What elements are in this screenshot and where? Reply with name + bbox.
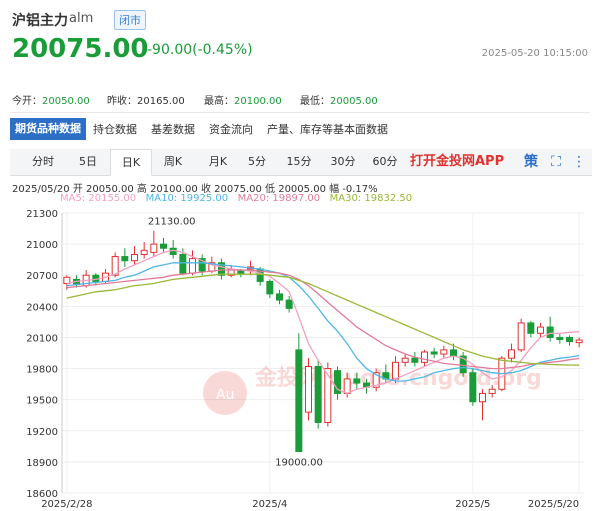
chart-grid bbox=[61, 212, 584, 494]
extreme-value-label: 19000.00 bbox=[275, 458, 323, 469]
instrument-code: alm bbox=[69, 11, 94, 26]
quote-timestamp: 2025-05-20 10:15:00 bbox=[481, 48, 588, 59]
y-tick-label: 19200 bbox=[26, 427, 58, 438]
candle-body bbox=[440, 349, 448, 355]
candle-body bbox=[295, 349, 303, 453]
candle-body bbox=[508, 349, 515, 359]
open-app-link[interactable]: 打开金投网APP bbox=[410, 149, 504, 175]
candle-body bbox=[575, 339, 583, 344]
stat-open: 今开：20050.00 bbox=[12, 96, 90, 107]
x-tick-label: 2025/2/28 bbox=[41, 499, 92, 510]
period-5min[interactable]: 5分 bbox=[242, 149, 272, 175]
candle-body bbox=[160, 243, 167, 249]
candle-body bbox=[189, 258, 196, 274]
nav-basis-data[interactable]: 基差数据 bbox=[144, 121, 202, 137]
nav-fundamentals[interactable]: 产量、库存等基本面数据 bbox=[260, 121, 395, 137]
candle-body bbox=[556, 336, 564, 341]
candle-body bbox=[121, 256, 129, 262]
candle-body bbox=[285, 299, 293, 309]
period-selector: 分时 5日 日K 周K 月K 5分 15分 30分 60分 打开金投网APP 策… bbox=[10, 149, 592, 176]
period-daily-k[interactable]: 日K bbox=[110, 149, 152, 176]
fullscreen-icon[interactable]: ⛶ bbox=[547, 149, 565, 175]
period-30min[interactable]: 30分 bbox=[326, 149, 360, 175]
candlestick-chart[interactable]: Au 金投网 quote.cngold.org 2130021000207002… bbox=[0, 203, 600, 511]
more-icon[interactable]: ⋮ bbox=[570, 149, 588, 175]
candle-body bbox=[305, 365, 312, 413]
stat-prev-close: 昨收：20165.00 bbox=[107, 96, 185, 107]
period-monthly-k[interactable]: 月K bbox=[198, 149, 238, 175]
stat-high: 最高：20100.00 bbox=[204, 96, 282, 107]
candle-body bbox=[537, 326, 544, 334]
y-tick-label: 21300 bbox=[26, 209, 58, 220]
candle-body bbox=[150, 243, 158, 253]
y-tick-label: 18900 bbox=[26, 458, 58, 469]
candle-body bbox=[479, 392, 486, 403]
nav-fund-flow[interactable]: 资金流向 bbox=[202, 121, 260, 137]
strategy-icon[interactable]: 策 bbox=[522, 149, 540, 175]
y-tick-label: 19800 bbox=[26, 365, 58, 376]
x-tick-label: 2025/4 bbox=[252, 499, 287, 510]
candle-body bbox=[353, 378, 361, 384]
candle-body bbox=[546, 326, 554, 338]
candle-body bbox=[450, 349, 457, 357]
candle-body bbox=[488, 388, 496, 394]
watermark-logo-text: Au bbox=[216, 387, 234, 403]
y-tick-label: 21000 bbox=[26, 240, 58, 251]
candle-body bbox=[411, 357, 419, 363]
y-axis: 21300 21000 20700 20400 20100 19800 19500 19200… bbox=[26, 209, 58, 500]
y-tick-label: 20700 bbox=[26, 271, 58, 282]
candles bbox=[63, 230, 583, 453]
candle-body bbox=[469, 372, 477, 403]
period-60min[interactable]: 60分 bbox=[368, 149, 402, 175]
x-tick-label: 2025/5 bbox=[455, 499, 490, 510]
y-tick-label: 19500 bbox=[26, 396, 58, 407]
period-weekly-k[interactable]: 周K bbox=[153, 149, 193, 175]
candle-body bbox=[324, 368, 332, 423]
y-tick-label: 20400 bbox=[26, 302, 58, 313]
divider bbox=[10, 112, 590, 113]
price-change: -90.00(-0.45%) bbox=[147, 42, 253, 58]
candle-body bbox=[421, 351, 428, 363]
x-axis: 2025/2/28 2025/4 2025/5 2025/5/20 bbox=[41, 499, 579, 510]
y-tick-label: 20100 bbox=[26, 333, 58, 344]
candle-body bbox=[527, 322, 535, 334]
stat-low: 最低：20005.00 bbox=[300, 96, 378, 107]
candle-body bbox=[343, 378, 351, 394]
instrument-title: 沪铝主力 bbox=[12, 13, 68, 29]
candle-body bbox=[430, 351, 438, 355]
candle-body bbox=[517, 322, 525, 351]
candle-body bbox=[314, 365, 322, 423]
candle-body bbox=[140, 249, 148, 255]
candle-body bbox=[276, 293, 283, 301]
period-intraday[interactable]: 分时 bbox=[25, 149, 61, 175]
last-price: 20075.00 bbox=[12, 34, 149, 64]
candle-body bbox=[566, 336, 573, 343]
market-status-badge: 闭市 bbox=[114, 10, 146, 30]
ma30-line bbox=[66, 273, 580, 366]
candle-body bbox=[401, 357, 409, 363]
candle-body bbox=[131, 253, 138, 262]
nav-futures-data[interactable]: 期货品种数据 bbox=[10, 118, 86, 140]
candle-body bbox=[179, 253, 187, 274]
candle-body bbox=[237, 270, 245, 274]
x-tick-label: 2025/5/20 bbox=[528, 499, 579, 510]
extreme-value-label: 21130.00 bbox=[148, 217, 196, 228]
nav-position-data[interactable]: 持仓数据 bbox=[86, 121, 144, 137]
period-15min[interactable]: 15分 bbox=[282, 149, 316, 175]
candle-body bbox=[266, 280, 274, 295]
data-nav: 期货品种数据 持仓数据 基差数据 资金流向 产量、库存等基本面数据 bbox=[10, 118, 395, 140]
period-5day[interactable]: 5日 bbox=[70, 149, 106, 175]
candle-body bbox=[392, 361, 399, 380]
